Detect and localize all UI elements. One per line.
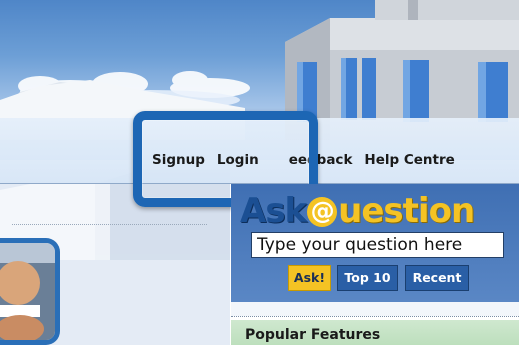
avatar bbox=[0, 238, 60, 345]
logo-question-text: uestion bbox=[338, 191, 475, 231]
logo-ask-text: Ask bbox=[240, 191, 307, 231]
person-photo-icon bbox=[0, 243, 55, 340]
panel-divider bbox=[231, 316, 519, 317]
recent-button[interactable]: Recent bbox=[405, 265, 469, 291]
question-input[interactable] bbox=[251, 232, 504, 258]
ask-question-logo: Ask @ uestion bbox=[240, 189, 475, 233]
popular-features-title: Popular Features bbox=[245, 327, 381, 343]
logo-at-icon: @ bbox=[307, 197, 338, 227]
help-centre-link[interactable]: Help Centre bbox=[364, 152, 454, 172]
ask-button[interactable]: Ask! bbox=[288, 265, 331, 291]
content-divider bbox=[12, 224, 207, 225]
page: Signup Login eedback Help Centre Ask @ ues… bbox=[0, 0, 519, 345]
panel-gap bbox=[231, 302, 519, 316]
top-10-button[interactable]: Top 10 bbox=[337, 265, 398, 291]
